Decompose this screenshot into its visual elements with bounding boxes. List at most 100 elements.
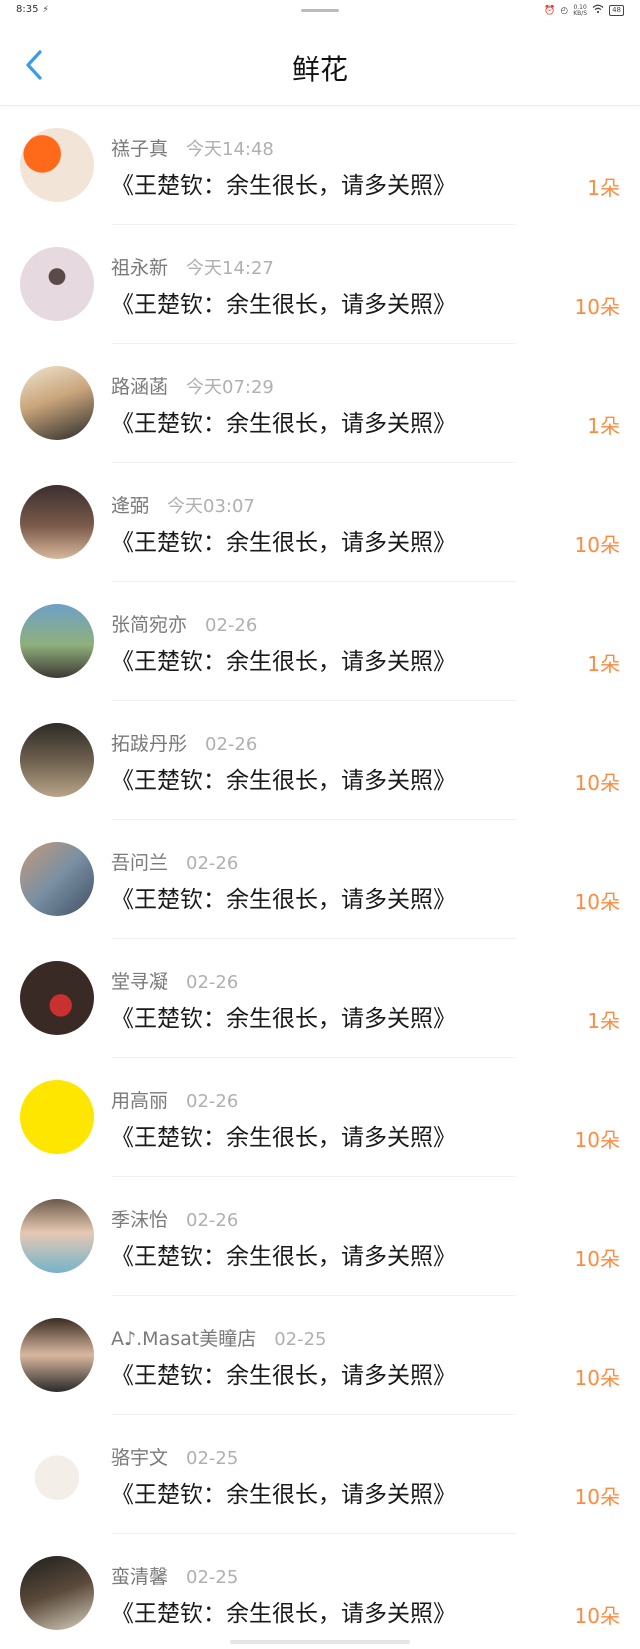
- status-time: 8:35 ⚡: [16, 4, 49, 15]
- item-meta: 蛮清馨 02-25: [111, 1562, 238, 1589]
- item-meta: 张简宛亦 02-26: [111, 610, 257, 637]
- avatar[interactable]: [20, 1556, 94, 1630]
- user-name[interactable]: 拓跋丹彤: [111, 729, 187, 756]
- user-name[interactable]: 张简宛亦: [111, 610, 187, 637]
- user-name[interactable]: 禚子真: [111, 134, 168, 161]
- user-name[interactable]: 季沫怡: [111, 1205, 168, 1232]
- user-name[interactable]: A♪.Masat美瞳店: [111, 1324, 256, 1351]
- list-item[interactable]: 用高丽 02-26 《王楚钦：余生很长，请多关照》 10朵: [0, 1058, 640, 1177]
- gift-list[interactable]: 禚子真 今天14:48 《王楚钦：余生很长，请多关照》 1朵 祖永新 今天14:…: [0, 106, 640, 1649]
- flower-count: 10朵: [574, 295, 620, 319]
- list-item[interactable]: 骆宇文 02-25 《王楚钦：余生很长，请多关照》 10朵: [0, 1415, 640, 1534]
- item-meta: 禚子真 今天14:48: [111, 134, 274, 161]
- avatar[interactable]: [20, 1318, 94, 1392]
- gift-time: 02-26: [205, 615, 258, 636]
- item-meta: 季沫怡 02-26: [111, 1205, 238, 1232]
- flower-count: 10朵: [574, 1485, 620, 1509]
- avatar[interactable]: [20, 723, 94, 797]
- list-item[interactable]: 逄弼 今天03:07 《王楚钦：余生很长，请多关照》 10朵: [0, 463, 640, 582]
- avatar[interactable]: [20, 1199, 94, 1273]
- list-item[interactable]: 张简宛亦 02-26 《王楚钦：余生很长，请多关照》 1朵: [0, 582, 640, 701]
- gift-title: 《王楚钦：余生很长，请多关照》: [111, 1244, 456, 1270]
- flower-count: 10朵: [574, 1604, 620, 1628]
- item-meta: A♪.Masat美瞳店 02-25: [111, 1324, 327, 1351]
- avatar[interactable]: [20, 247, 94, 321]
- user-name[interactable]: 蛮清馨: [111, 1562, 168, 1589]
- gift-title: 《王楚钦：余生很长，请多关照》: [111, 530, 456, 556]
- gift-time: 今天03:07: [167, 496, 255, 517]
- user-name[interactable]: 用高丽: [111, 1086, 168, 1113]
- avatar[interactable]: [20, 128, 94, 202]
- avatar[interactable]: [20, 1080, 94, 1154]
- avatar[interactable]: [20, 1437, 94, 1511]
- battery-icon: 48: [609, 5, 624, 16]
- gift-time: 02-26: [186, 853, 239, 874]
- flower-count: 1朵: [587, 1009, 620, 1033]
- item-meta: 路涵菡 今天07:29: [111, 372, 274, 399]
- avatar[interactable]: [20, 961, 94, 1035]
- gift-time: 02-26: [186, 1091, 239, 1112]
- item-meta: 吾问兰 02-26: [111, 848, 238, 875]
- header-bar: 鲜花: [0, 22, 640, 106]
- list-item[interactable]: 堂寻凝 02-26 《王楚钦：余生很长，请多关照》 1朵: [0, 939, 640, 1058]
- avatar[interactable]: [20, 366, 94, 440]
- flower-count: 10朵: [574, 890, 620, 914]
- gift-title: 《王楚钦：余生很长，请多关照》: [111, 1363, 456, 1389]
- home-indicator[interactable]: [230, 1640, 410, 1644]
- avatar[interactable]: [20, 485, 94, 559]
- gift-time: 今天14:27: [186, 258, 274, 279]
- alarm-icon: ⏰: [544, 5, 556, 16]
- wifi-icon: [592, 4, 604, 17]
- user-name[interactable]: 骆宇文: [111, 1443, 168, 1470]
- gift-time: 02-25: [186, 1567, 239, 1588]
- page-title: 鲜花: [291, 53, 348, 86]
- flower-count: 10朵: [574, 1366, 620, 1390]
- gift-title: 《王楚钦：余生很长，请多关照》: [111, 411, 456, 437]
- status-bar: 8:35 ⚡ ⏰ ◴ 0.10 KB/S 48: [0, 0, 640, 22]
- avatar[interactable]: [20, 604, 94, 678]
- user-name[interactable]: 祖永新: [111, 253, 168, 280]
- gift-time: 今天14:48: [186, 139, 274, 160]
- list-item[interactable]: 路涵菡 今天07:29 《王楚钦：余生很长，请多关照》 1朵: [0, 344, 640, 463]
- item-meta: 逄弼 今天03:07: [111, 491, 255, 518]
- gift-title: 《王楚钦：余生很长，请多关照》: [111, 768, 456, 794]
- gift-title: 《王楚钦：余生很长，请多关照》: [111, 1125, 456, 1151]
- user-name[interactable]: 路涵菡: [111, 372, 168, 399]
- gift-time: 02-26: [186, 1210, 239, 1231]
- gift-time: 02-26: [186, 972, 239, 993]
- net-speed: 0.10 KB/S: [573, 3, 588, 17]
- gift-time: 今天07:29: [186, 377, 274, 398]
- flower-count: 10朵: [574, 1247, 620, 1271]
- list-item[interactable]: 季沫怡 02-26 《王楚钦：余生很长，请多关照》 10朵: [0, 1177, 640, 1296]
- list-item[interactable]: 祖永新 今天14:27 《王楚钦：余生很长，请多关照》 10朵: [0, 225, 640, 344]
- item-meta: 拓跋丹彤 02-26: [111, 729, 257, 756]
- avatar[interactable]: [20, 842, 94, 916]
- charging-icon: ⚡: [42, 5, 49, 15]
- item-meta: 骆宇文 02-25: [111, 1443, 238, 1470]
- gift-title: 《王楚钦：余生很长，请多关照》: [111, 1601, 456, 1627]
- gift-time: 02-25: [186, 1448, 239, 1469]
- gift-title: 《王楚钦：余生很长，请多关照》: [111, 173, 456, 199]
- clock-icon: ◴: [560, 5, 569, 16]
- gift-title: 《王楚钦：余生很长，请多关照》: [111, 292, 456, 318]
- user-name[interactable]: 逄弼: [111, 491, 149, 518]
- pull-handle[interactable]: [301, 9, 339, 12]
- flower-count: 10朵: [574, 1128, 620, 1152]
- flower-count: 1朵: [587, 652, 620, 676]
- flower-count: 10朵: [574, 771, 620, 795]
- list-item[interactable]: A♪.Masat美瞳店 02-25 《王楚钦：余生很长，请多关照》 10朵: [0, 1296, 640, 1415]
- user-name[interactable]: 吾问兰: [111, 848, 168, 875]
- gift-title: 《王楚钦：余生很长，请多关照》: [111, 649, 456, 675]
- user-name[interactable]: 堂寻凝: [111, 967, 168, 994]
- gift-time: 02-26: [205, 734, 258, 755]
- status-indicators: ⏰ ◴ 0.10 KB/S 48: [544, 4, 624, 17]
- gift-time: 02-25: [274, 1329, 327, 1350]
- flower-count: 1朵: [587, 414, 620, 438]
- list-item[interactable]: 禚子真 今天14:48 《王楚钦：余生很长，请多关照》 1朵: [0, 106, 640, 225]
- list-item[interactable]: 吾问兰 02-26 《王楚钦：余生很长，请多关照》 10朵: [0, 820, 640, 939]
- list-item[interactable]: 蛮清馨 02-25 《王楚钦：余生很长，请多关照》 10朵: [0, 1534, 640, 1649]
- flower-count: 10朵: [574, 533, 620, 557]
- gift-title: 《王楚钦：余生很长，请多关照》: [111, 887, 456, 913]
- list-item[interactable]: 拓跋丹彤 02-26 《王楚钦：余生很长，请多关照》 10朵: [0, 701, 640, 820]
- item-meta: 祖永新 今天14:27: [111, 253, 274, 280]
